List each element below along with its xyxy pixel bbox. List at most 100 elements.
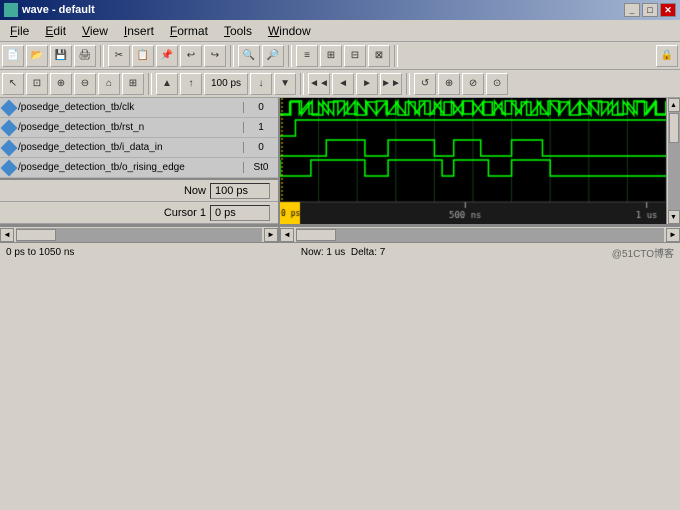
scroll-thumb[interactable] bbox=[669, 113, 679, 143]
tb-btn-c[interactable]: ⊟ bbox=[344, 45, 366, 67]
cursor-value: 0 ps bbox=[210, 205, 270, 221]
signal-row-rising[interactable]: /posedge_detection_tb/o_rising_edge St0 bbox=[0, 158, 278, 178]
signal-name-clk: /posedge_detection_tb/clk bbox=[18, 102, 243, 113]
status-cursor-row: Cursor 1 0 ps bbox=[0, 202, 278, 224]
close-button[interactable]: ✕ bbox=[660, 3, 676, 17]
window-title: wave - default bbox=[22, 4, 95, 16]
prev-edge-button[interactable]: ◄◄ bbox=[308, 73, 330, 95]
cursor-button[interactable]: ↖ bbox=[2, 73, 24, 95]
zoom-full-button[interactable]: ⊡ bbox=[26, 73, 48, 95]
new-button[interactable]: 📄 bbox=[2, 45, 24, 67]
minimize-button[interactable]: _ bbox=[624, 3, 640, 17]
menu-bar: File Edit View Insert Format Tools Windo… bbox=[0, 20, 680, 42]
signal-value-rising: St0 bbox=[243, 162, 278, 173]
status-now-row: Now 100 ps bbox=[0, 180, 278, 202]
sep6 bbox=[300, 73, 304, 95]
zoom-label: 100 ps bbox=[204, 73, 248, 95]
print-button[interactable]: 🖨 bbox=[74, 45, 96, 67]
tb2-btn-d[interactable]: ⊕ bbox=[438, 73, 460, 95]
signal-icon-clk bbox=[1, 99, 18, 116]
tb2-btn-f[interactable]: ⊙ bbox=[486, 73, 508, 95]
toolbar-2: ↖ ⊡ ⊕ ⊖ ⌂ ⊞ ▲ ↑ 100 ps ↓ ▼ ◄◄ ◄ ► ►► ↺ ⊕… bbox=[0, 70, 680, 98]
h-scroll-left-signals[interactable]: ◄ bbox=[0, 228, 14, 242]
page-down-button[interactable]: ↓ bbox=[250, 73, 272, 95]
tb2-btn-c[interactable]: ↺ bbox=[414, 73, 436, 95]
paste-button[interactable]: 📌 bbox=[156, 45, 178, 67]
menu-file[interactable]: File bbox=[2, 22, 37, 40]
menu-insert[interactable]: Insert bbox=[116, 22, 162, 40]
signal-row-data[interactable]: /posedge_detection_tb/i_data_in 0 bbox=[0, 138, 278, 158]
scroll-up-button[interactable]: ▲ bbox=[156, 73, 178, 95]
title-bar: wave - default _ □ ✕ bbox=[0, 0, 680, 20]
toolbar-1: 📄 📂 💾 🖨 ✂ 📋 📌 ↩ ↪ 🔍 🔎 ≡ ⊞ ⊟ ⊠ 🔒 bbox=[0, 42, 680, 70]
watermark: @51CTO博客 bbox=[612, 245, 674, 260]
undo-button[interactable]: ↩ bbox=[180, 45, 202, 67]
cut-button[interactable]: ✂ bbox=[108, 45, 130, 67]
wave-panel: ▲ ▼ bbox=[280, 98, 680, 224]
h-scroll-left-wave[interactable]: ◄ bbox=[280, 228, 294, 242]
sep3 bbox=[288, 45, 292, 67]
lock-button[interactable]: 🔒 bbox=[656, 45, 678, 67]
save-button[interactable]: 💾 bbox=[50, 45, 72, 67]
now-label: Now bbox=[0, 185, 210, 197]
cursor-label: Cursor 1 bbox=[0, 207, 210, 219]
scroll-down[interactable]: ▼ bbox=[668, 210, 680, 224]
zoom-in-button[interactable]: ⊕ bbox=[50, 73, 72, 95]
next-edge-button[interactable]: ►► bbox=[380, 73, 402, 95]
prev-button[interactable]: ◄ bbox=[332, 73, 354, 95]
sep4 bbox=[394, 45, 398, 67]
h-scrollbar-wave[interactable] bbox=[296, 228, 664, 242]
menu-tools[interactable]: Tools bbox=[216, 22, 260, 40]
signal-panel: /posedge_detection_tb/clk 0 /posedge_det… bbox=[0, 98, 280, 224]
scroll-down-button[interactable]: ▼ bbox=[274, 73, 296, 95]
signal-value-rst: 1 bbox=[243, 122, 278, 133]
zoom-out-button[interactable]: ⊖ bbox=[74, 73, 96, 95]
tb-btn-b[interactable]: ⊞ bbox=[320, 45, 342, 67]
signal-value-clk: 0 bbox=[243, 102, 278, 113]
maximize-button[interactable]: □ bbox=[642, 3, 658, 17]
page-up-button[interactable]: ↑ bbox=[180, 73, 202, 95]
open-button[interactable]: 📂 bbox=[26, 45, 48, 67]
scroll-track bbox=[668, 112, 680, 210]
find-button[interactable]: 🔍 bbox=[238, 45, 260, 67]
next-button[interactable]: ► bbox=[356, 73, 378, 95]
sep5 bbox=[148, 73, 152, 95]
signal-name-data: /posedge_detection_tb/i_data_in bbox=[18, 142, 243, 153]
sep1 bbox=[100, 45, 104, 67]
signal-icon-data bbox=[1, 139, 18, 156]
bottom-scroll: ◄ ► ◄ ► bbox=[0, 226, 680, 242]
tb-btn-a[interactable]: ≡ bbox=[296, 45, 318, 67]
signal-name-rising: /posedge_detection_tb/o_rising_edge bbox=[18, 162, 243, 173]
wave-canvas[interactable] bbox=[280, 98, 666, 224]
signal-row-clk[interactable]: /posedge_detection_tb/clk 0 bbox=[0, 98, 278, 118]
bottom-status-bar: 0 ps to 1050 ns Now: 1 us Delta: 7 @51CT… bbox=[0, 242, 680, 262]
menu-view[interactable]: View bbox=[74, 22, 116, 40]
tb2-btn-e[interactable]: ⊘ bbox=[462, 73, 484, 95]
copy-button[interactable]: 📋 bbox=[132, 45, 154, 67]
h-scroll-right-wave[interactable]: ► bbox=[666, 228, 680, 242]
find2-button[interactable]: 🔎 bbox=[262, 45, 284, 67]
signal-icon-rst bbox=[1, 119, 18, 136]
sep7 bbox=[406, 73, 410, 95]
h-scroll-right-signals[interactable]: ► bbox=[264, 228, 278, 242]
v-scrollbar[interactable]: ▲ ▼ bbox=[666, 98, 680, 224]
signal-icon-rising bbox=[1, 159, 18, 176]
signal-row-rst[interactable]: /posedge_detection_tb/rst_n 1 bbox=[0, 118, 278, 138]
now-value: 100 ps bbox=[210, 183, 270, 199]
work-area: /posedge_detection_tb/clk 0 /posedge_det… bbox=[0, 98, 680, 224]
tb2-btn-b[interactable]: ⊞ bbox=[122, 73, 144, 95]
scroll-up[interactable]: ▲ bbox=[668, 98, 680, 112]
signal-value-data: 0 bbox=[243, 142, 278, 153]
sep2 bbox=[230, 45, 234, 67]
signal-name-rst: /posedge_detection_tb/rst_n bbox=[18, 122, 243, 133]
menu-window[interactable]: Window bbox=[260, 22, 319, 40]
time-range: 0 ps to 1050 ns bbox=[6, 247, 74, 258]
menu-format[interactable]: Format bbox=[162, 22, 216, 40]
now-detail: Now: 1 us Delta: 7 bbox=[301, 247, 386, 258]
tb-btn-d[interactable]: ⊠ bbox=[368, 45, 390, 67]
h-scrollbar-signals[interactable] bbox=[16, 228, 262, 242]
app-icon bbox=[4, 3, 18, 17]
redo-button[interactable]: ↪ bbox=[204, 45, 226, 67]
tb2-btn-a[interactable]: ⌂ bbox=[98, 73, 120, 95]
menu-edit[interactable]: Edit bbox=[37, 22, 74, 40]
